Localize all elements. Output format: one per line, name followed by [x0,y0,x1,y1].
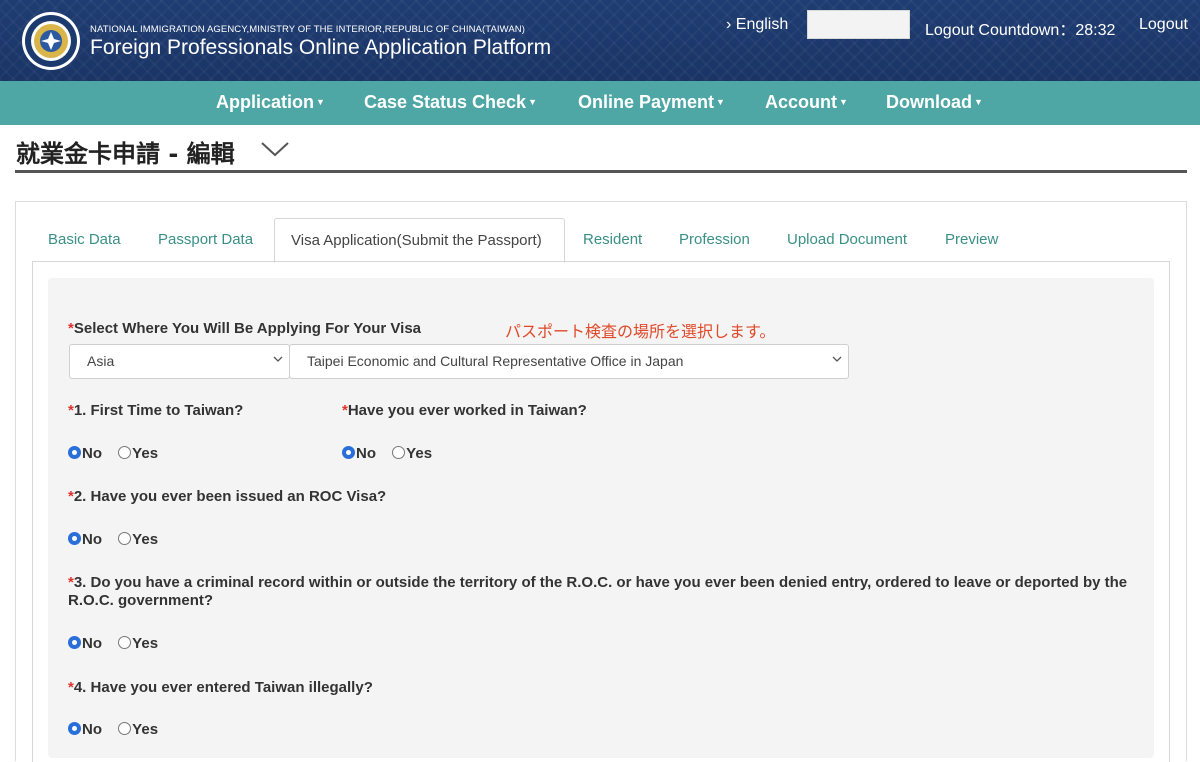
user-name-box [807,10,910,39]
tab-visa-application-label: Visa Application(Submit the Passport) [291,232,542,249]
chevron-down-icon [832,356,842,362]
radio-label-no: No [82,721,102,738]
radio-unchecked-icon [392,446,406,459]
q2-text: 2. Have you ever been issued an ROC Visa… [73,488,387,505]
logout-link[interactable]: Logout [1139,16,1188,34]
worked-yes-radio[interactable]: Yes [392,445,432,462]
tab-basic-data[interactable]: Basic Data [48,231,121,248]
radio-label-yes: Yes [132,721,159,738]
office-select-value: Taipei Economic and Cultural Representat… [307,353,684,369]
q1-text: 1. First Time to Taiwan? [73,402,244,419]
annotation-note: パスポート検査の場所を選択します。 [505,322,776,341]
worked-radio-group: No Yes [342,445,444,462]
region-select[interactable]: Asia [69,344,290,379]
nav-application-label: Application [216,92,314,112]
q4-text: 4. Have you ever entered Taiwan illegall… [73,679,373,696]
worked-in-taiwan-text: Have you ever worked in Taiwan? [347,402,587,419]
q4-no-radio[interactable]: No [68,721,102,738]
nav-case-status-check[interactable]: Case Status Check ▼ [364,92,537,113]
visa-location-label: *Select Where You Will Be Applying For Y… [68,320,421,338]
title-divider [15,170,1187,173]
radio-label-yes: Yes [132,445,159,462]
caret-down-icon: ▼ [528,97,537,108]
site-header: NATIONAL IMMIGRATION AGENCY,MINISTRY OF … [0,0,1200,81]
nav-online-payment[interactable]: Online Payment ▼ [578,92,725,113]
nav-account[interactable]: Account ▼ [765,92,848,113]
radio-label-no: No [82,531,102,548]
worked-in-taiwan-label: *Have you ever worked in Taiwan? [342,402,587,420]
q1-radio-group: No Yes [68,445,170,462]
nav-online-payment-label: Online Payment [578,92,715,112]
radio-checked-icon [342,446,355,459]
radio-label-yes: Yes [132,531,159,548]
radio-unchecked-icon [118,722,132,735]
caret-down-icon: ▼ [974,97,983,108]
radio-label-yes: Yes [132,635,159,652]
office-select[interactable]: Taipei Economic and Cultural Representat… [289,344,849,379]
chevron-down-icon[interactable] [260,138,290,158]
chevron-down-icon [273,356,283,362]
language-label: English [735,16,789,33]
q4-radio-group: No Yes [68,721,170,738]
agency-name: NATIONAL IMMIGRATION AGENCY,MINISTRY OF … [90,24,525,35]
q3-label: *3. Do you have a criminal record within… [68,574,1148,610]
q4-yes-radio[interactable]: Yes [118,721,158,738]
tab-profession[interactable]: Profession [679,231,750,248]
q1-yes-radio[interactable]: Yes [118,445,158,462]
agency-seal-icon[interactable] [21,11,81,71]
nav-download-label: Download [886,92,972,112]
q2-yes-radio[interactable]: Yes [118,531,158,548]
nav-account-label: Account [765,92,837,112]
caret-down-icon: ▼ [716,97,725,108]
tab-visa-application[interactable]: Visa Application(Submit the Passport) [274,218,565,263]
radio-checked-icon [68,722,81,735]
q3-text: 3. Do you have a criminal record within … [68,574,1128,609]
q3-yes-radio[interactable]: Yes [118,635,158,652]
radio-unchecked-icon [118,532,132,545]
radio-label-no: No [82,635,102,652]
q1-no-radio[interactable]: No [68,445,102,462]
q4-label: *4. Have you ever entered Taiwan illegal… [68,679,373,697]
q3-no-radio[interactable]: No [68,635,102,652]
caret-down-icon: ▼ [839,97,848,108]
radio-checked-icon [68,446,81,459]
caret-down-icon: ▼ [316,97,325,108]
tab-passport-data[interactable]: Passport Data [158,231,253,248]
radio-label-no: No [82,445,102,462]
radio-checked-icon [68,532,81,545]
radio-label-no: No [356,445,376,462]
nav-download[interactable]: Download ▼ [886,92,983,113]
nav-application[interactable]: Application ▼ [216,92,325,113]
q1-label: *1. First Time to Taiwan? [68,402,243,420]
visa-location-text: Select Where You Will Be Applying For Yo… [73,320,422,337]
radio-unchecked-icon [118,446,132,459]
q2-no-radio[interactable]: No [68,531,102,548]
q2-label: *2. Have you ever been issued an ROC Vis… [68,488,386,506]
chevron-right-icon: › [726,16,732,33]
tab-resident[interactable]: Resident [583,231,642,248]
logout-countdown: Logout Countdown：28:32 [925,22,1116,39]
page-title-row: 就業金卡申請 - 編輯 [16,134,289,170]
language-switch-link[interactable]: › English [726,16,788,34]
nav-case-status-label: Case Status Check [364,92,527,112]
platform-title: Foreign Professionals Online Application… [90,36,552,59]
main-nav: Application ▼ Case Status Check ▼ Online P… [0,81,1200,125]
radio-unchecked-icon [118,636,132,649]
tab-preview[interactable]: Preview [945,231,998,248]
tab-upload-document[interactable]: Upload Document [787,231,907,248]
q3-radio-group: No Yes [68,635,170,652]
region-select-value: Asia [87,353,115,369]
q2-radio-group: No Yes [68,531,170,548]
page-title: 就業金卡申請 - 編輯 [16,140,235,168]
radio-label-yes: Yes [406,445,433,462]
radio-checked-icon [68,636,81,649]
worked-no-radio[interactable]: No [342,445,376,462]
